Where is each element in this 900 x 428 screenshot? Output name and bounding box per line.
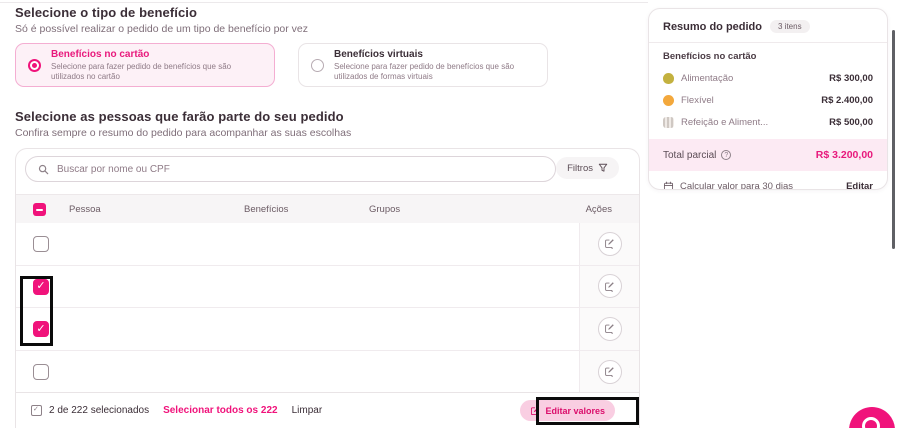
table-row [16,351,639,394]
option-description: Selecione para fazer pedido de benefício… [51,62,262,82]
edit-row-button[interactable] [598,317,622,341]
search-input-wrap [25,156,556,182]
benefit-order-page: Selecione o tipo de benefício Só é possí… [0,0,900,428]
row-actions-cell [579,223,639,265]
edit-icon [604,238,615,249]
column-header-beneficios: Benefícios [244,195,288,224]
option-card-beneficios-virtuais[interactable]: Benefícios virtuais Selecione para fazer… [298,43,548,87]
row-checkbox[interactable] [33,236,49,252]
check-icon: ✓ [36,324,45,335]
edit-icon [604,281,615,292]
table-body: ✓✓ [16,223,639,393]
benefit-value: R$ 500,00 [829,117,873,128]
checkbox-outline-icon [31,405,42,416]
people-section-subtitle: Confira sempre o resumo do pedido para a… [15,127,351,139]
total-value: R$ 3.200,00 [816,149,873,161]
order-summary-card: Resumo do pedido 3 itens Benefícios no c… [648,8,888,190]
row-actions-cell [579,351,639,393]
chat-icon [862,417,880,428]
radio-unselected-icon[interactable] [311,59,324,72]
option-description: Selecione para fazer pedido de benefício… [334,62,535,82]
filter-funnel-icon [598,163,608,173]
select-all-checkbox[interactable] [33,203,46,216]
benefit-name: Alimentação [681,73,733,84]
option-label: Benefícios no cartão [51,49,262,61]
search-input[interactable] [57,164,543,175]
calendar-icon [663,181,674,191]
calc-row: Calcular valor para 30 dias Editar [649,173,887,190]
benefit-type-title: Selecione o tipo de benefício [15,5,197,20]
summary-divider [649,42,887,43]
edit-row-button[interactable] [598,232,622,256]
table-row [16,223,639,266]
order-summary-title: Resumo do pedido [663,21,762,33]
benefit-value: R$ 2.400,00 [821,95,873,106]
table-header: Pessoa Benefícios Grupos Ações [16,194,639,223]
total-label: Total parcial [663,150,716,161]
edit-icon [604,323,615,334]
benefit-name: Flexível [681,95,714,106]
meal-icon [663,117,674,128]
summary-items: Alimentação R$ 300,00 Flexível R$ 2.400,00 R… [649,67,887,133]
search-icon [38,164,49,175]
table-footer: 2 de 222 selecionados Selecionar todos o… [16,392,639,428]
edit-values-label: Editar valores [545,406,605,416]
help-chat-fab[interactable] [849,407,895,428]
summary-group-title: Benefícios no cartão [663,51,873,62]
row-checkbox[interactable]: ✓ [33,321,49,337]
apple-icon [663,73,674,84]
benefit-type-subtitle: Só é possível realizar o pedido de um ti… [15,23,308,35]
order-summary-header: Resumo do pedido 3 itens [649,9,887,42]
option-label: Benefícios virtuais [334,49,535,61]
top-divider [0,2,648,3]
calc-period-label: Calcular valor para 30 dias [680,181,793,191]
filters-label: Filtros [567,163,593,174]
edit-icon [530,406,540,416]
scrollbar-thumb[interactable] [892,30,895,249]
edit-icon [604,366,615,377]
summary-item: Refeição e Aliment... R$ 500,00 [649,111,887,133]
edit-row-button[interactable] [598,274,622,298]
check-icon: ✓ [36,281,45,292]
table-row: ✓ [16,266,639,309]
row-actions-cell [579,266,639,308]
filters-button[interactable]: Filtros [556,157,619,179]
clear-selection-link[interactable]: Limpar [292,405,323,416]
coin-icon [663,95,674,106]
summary-item: Alimentação R$ 300,00 [649,67,887,89]
benefit-name: Refeição e Aliment... [681,117,768,128]
column-header-acoes: Ações [586,195,612,224]
items-count-badge: 3 itens [770,20,810,33]
row-checkbox[interactable]: ✓ [33,279,49,295]
people-table: Filtros Pessoa Benefícios Grupos Ações ✓… [15,148,640,428]
summary-item: Flexível R$ 2.400,00 [649,89,887,111]
benefit-value: R$ 300,00 [829,73,873,84]
selected-count-text: 2 de 222 selecionados [49,405,149,416]
table-row: ✓ [16,308,639,351]
select-all-link[interactable]: Selecionar todos os 222 [163,405,278,416]
help-icon[interactable]: ? [721,150,731,160]
people-section-title: Selecione as pessoas que farão parte do … [15,109,344,124]
radio-selected-icon[interactable] [28,59,41,72]
total-row: Total parcial ? R$ 3.200,00 [649,139,887,171]
edit-values-button[interactable]: Editar valores [520,400,615,421]
edit-row-button[interactable] [598,360,622,384]
row-checkbox[interactable] [33,364,49,380]
edit-period-link[interactable]: Editar [846,181,873,191]
row-actions-cell [579,308,639,350]
option-card-beneficios-cartao[interactable]: Benefícios no cartão Selecione para faze… [15,43,275,87]
column-header-pessoa: Pessoa [69,195,101,224]
column-header-grupos: Grupos [369,195,400,224]
